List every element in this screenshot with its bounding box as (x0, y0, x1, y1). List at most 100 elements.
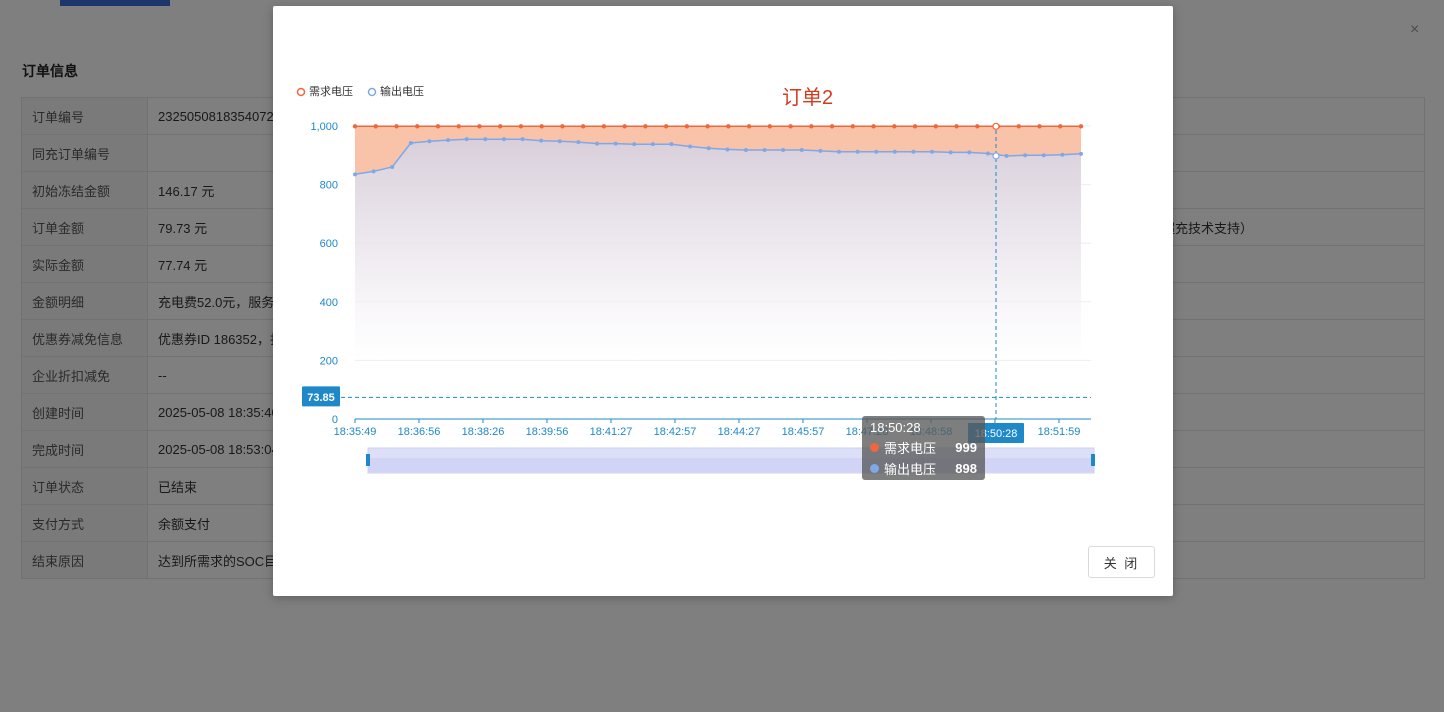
demand-point (580, 124, 586, 129)
demand-point (809, 124, 814, 129)
crosshair-demand-point (992, 122, 1000, 130)
output-point (595, 141, 599, 146)
output-point (483, 137, 488, 142)
output-point (371, 169, 376, 174)
output-voltage-area (355, 139, 1081, 359)
output-point (874, 149, 879, 154)
output-point (613, 141, 618, 146)
output-point (706, 146, 711, 151)
x-tick-label: 18:41:27 (590, 426, 633, 438)
demand-point (415, 124, 420, 129)
output-point (818, 148, 823, 153)
demand-point (933, 124, 938, 129)
demand-point (746, 124, 752, 129)
demand-point (767, 124, 773, 129)
output-point (799, 148, 804, 153)
output-point (501, 137, 506, 142)
demand-point (1016, 124, 1021, 129)
demand-point (456, 124, 461, 129)
legend-demand-label: 需求电压 (309, 85, 353, 98)
output-point (911, 149, 916, 154)
output-point (930, 149, 935, 154)
y-tick-label: 200 (320, 355, 338, 367)
tooltip-output-value: 898 (955, 461, 977, 476)
x-tick-label: 18:36:56 (398, 426, 441, 438)
y-tick-label: 0 (332, 414, 338, 426)
demand-point (871, 124, 876, 129)
chart-modal: 0 200 400 600 800 1,000 18:35:49 18:36:56 18:38:… (273, 6, 1173, 596)
output-point (1041, 153, 1046, 158)
tooltip-row-demand: 需求电压 999 (870, 437, 977, 458)
output-point (464, 137, 469, 142)
demand-point (1037, 124, 1042, 129)
output-point (669, 142, 674, 147)
x-tick-label: 18:42:57 (654, 426, 697, 438)
demand-point (539, 124, 544, 129)
demand-point (892, 124, 897, 129)
demand-point (560, 124, 565, 129)
close-button[interactable]: 关 闭 (1088, 546, 1155, 578)
tooltip-demand-name: 需求电压 (884, 441, 937, 456)
x-tick-label: 18:35:49 (334, 426, 377, 438)
output-point (446, 138, 451, 143)
data-zoom-window (368, 458, 1094, 472)
x-tick-label: 18:38:26 (462, 426, 505, 438)
demand-point (975, 124, 980, 129)
legend-demand-icon (296, 87, 306, 97)
y-tick-label: 1,000 (310, 121, 338, 133)
crosshair-y-label: 73.85 (307, 392, 335, 404)
output-point (408, 140, 413, 145)
output-point (1079, 151, 1083, 156)
demand-point (518, 124, 524, 129)
demand-point (684, 124, 690, 129)
x-tick-label: 18:45:57 (782, 426, 825, 438)
demand-point (829, 124, 835, 129)
demand-point (705, 124, 710, 129)
chart-tooltip: 18:50:28 需求电压 999 输出电压 898 (862, 416, 985, 480)
demand-point (1078, 124, 1084, 129)
output-point (632, 142, 637, 147)
output-point (576, 140, 581, 145)
output-point (948, 150, 953, 155)
output-point (557, 139, 562, 144)
demand-point (477, 124, 482, 129)
output-point (837, 149, 841, 154)
output-point (762, 148, 767, 153)
demand-point (788, 124, 793, 129)
output-point (390, 165, 395, 170)
demand-point (726, 124, 731, 129)
demand-point (1058, 124, 1063, 129)
demand-point (622, 124, 627, 129)
tooltip-time: 18:50:28 (870, 420, 921, 435)
demand-point (435, 124, 441, 129)
demand-point (912, 124, 918, 129)
demand-point (373, 124, 378, 129)
demand-point (954, 124, 959, 129)
output-point (1023, 153, 1028, 158)
output-point (892, 149, 897, 154)
demand-point (601, 124, 607, 129)
tooltip-demand-value: 999 (955, 440, 977, 455)
y-tick-label: 400 (320, 297, 338, 309)
tooltip-row-output: 输出电压 898 (870, 458, 977, 479)
demand-point (643, 124, 648, 129)
crosshair-output-point (992, 152, 1000, 160)
output-point (427, 139, 432, 144)
x-tick-label: 18:51:59 (1038, 426, 1081, 438)
y-tick-label: 600 (320, 238, 338, 250)
output-point (688, 144, 693, 149)
output-point (781, 148, 786, 153)
output-point (1060, 152, 1065, 157)
demand-point (394, 124, 399, 129)
legend-output-icon (367, 87, 377, 97)
output-point (539, 138, 544, 143)
output-point (520, 137, 525, 142)
demand-dot-icon (870, 443, 879, 452)
output-point (743, 148, 748, 153)
data-zoom-left-handle[interactable] (366, 454, 370, 466)
demand-point (850, 124, 856, 129)
output-point (855, 149, 860, 154)
chart-title: 订单2 (782, 86, 833, 109)
data-zoom-right-handle[interactable] (1091, 454, 1095, 466)
output-point (353, 172, 357, 177)
